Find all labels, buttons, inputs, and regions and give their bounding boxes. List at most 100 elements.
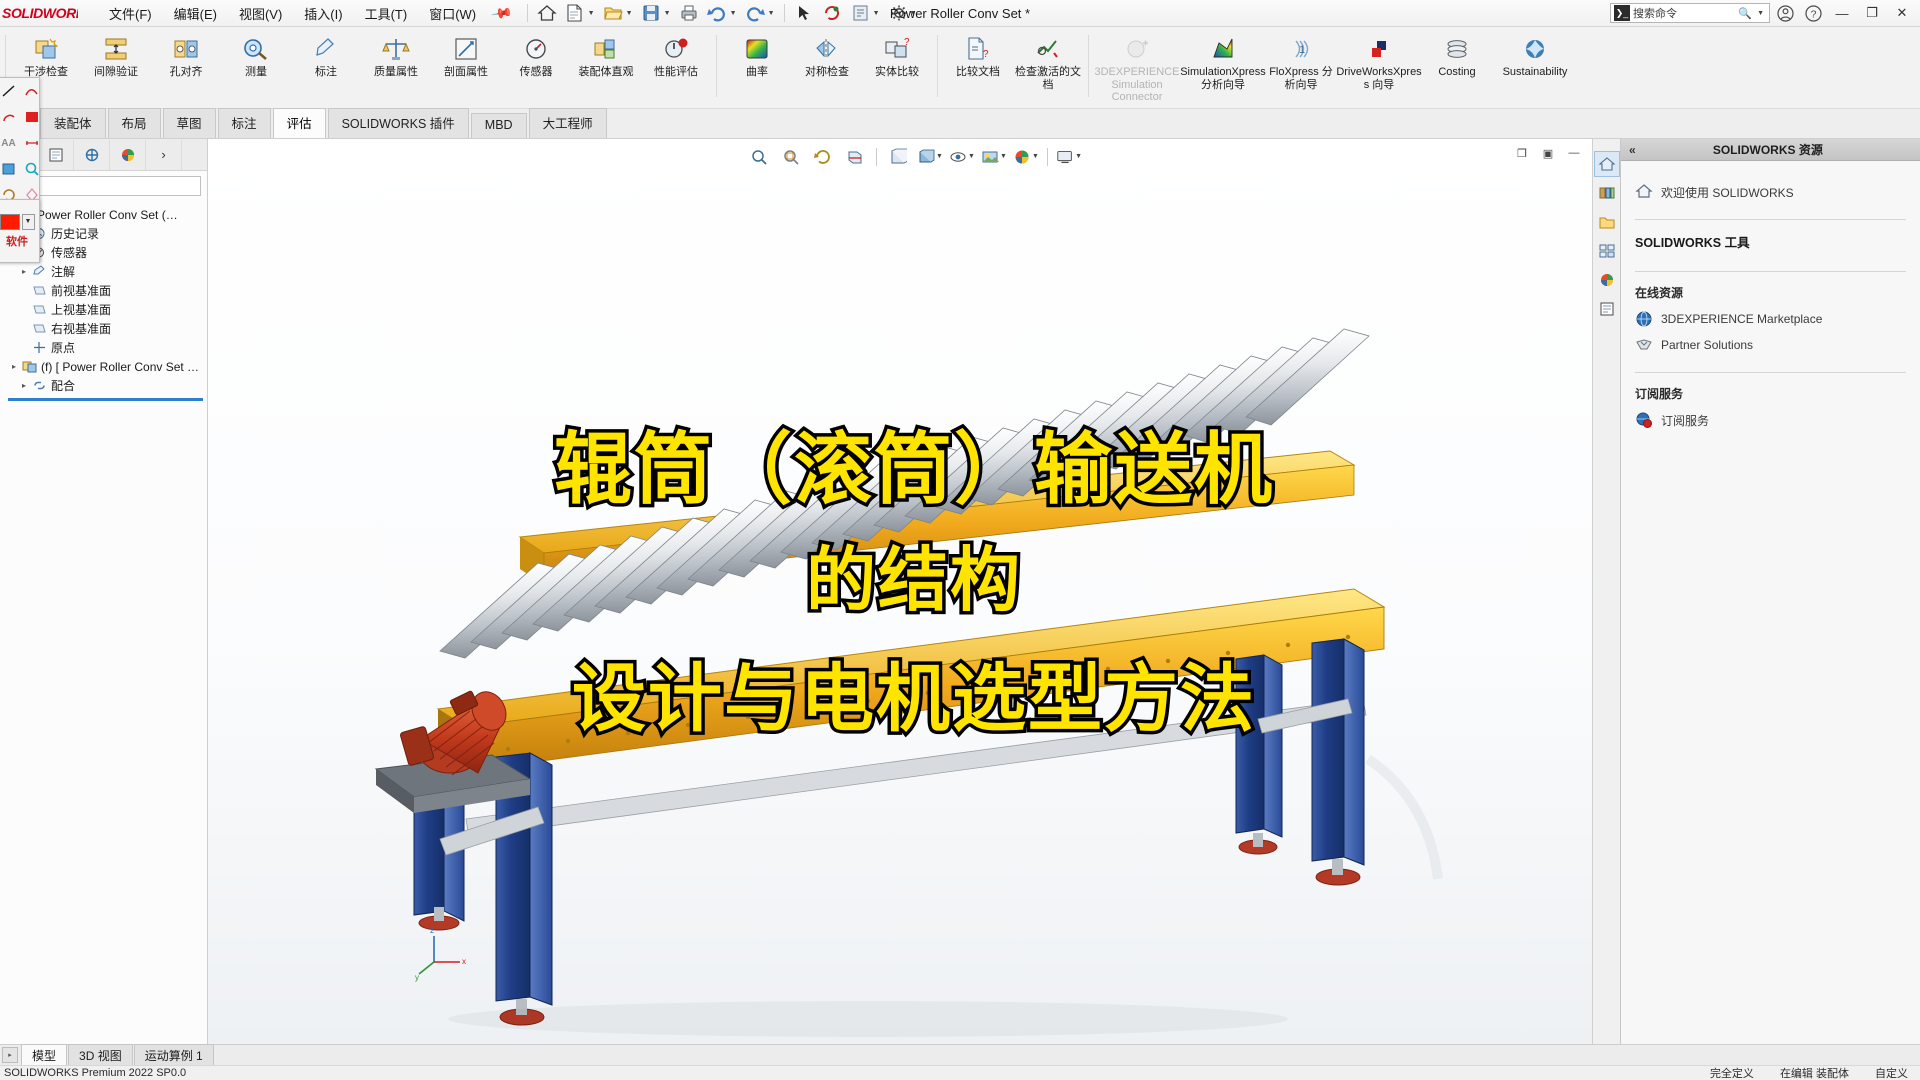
- design-library-rail-icon[interactable]: [1594, 180, 1620, 206]
- menu-tools[interactable]: 工具(T): [354, 0, 419, 27]
- zoom-to-fit-icon[interactable]: [746, 144, 772, 170]
- cmd-assembly-visualize[interactable]: 装配体直观: [571, 31, 641, 97]
- file-properties-icon[interactable]: ▼: [847, 2, 883, 24]
- edit-appearance-icon[interactable]: ▼: [1013, 144, 1039, 170]
- custom-properties-rail-icon[interactable]: [1594, 296, 1620, 322]
- account-icon[interactable]: [1772, 2, 1798, 24]
- help-icon[interactable]: ?: [1800, 2, 1826, 24]
- pin-icon[interactable]: 📌: [490, 1, 513, 25]
- restore-button[interactable]: ❐: [1858, 1, 1886, 25]
- hide-show-items-icon[interactable]: ▼: [949, 144, 975, 170]
- link-3dexperience-marketplace[interactable]: 3DEXPERIENCE Marketplace: [1635, 306, 1906, 332]
- tab-evaluate[interactable]: 评估: [272, 108, 326, 138]
- bottom-tab-scroll-button[interactable]: ▸: [2, 1047, 18, 1063]
- menu-window[interactable]: 窗口(W): [418, 0, 487, 27]
- cmd-driveworksxpress[interactable]: DriveWorksXpress 向导: [1336, 31, 1422, 97]
- open-document-icon[interactable]: ▼: [600, 2, 636, 24]
- tab-sketch[interactable]: 草图: [162, 108, 216, 138]
- cmd-compare-geometry[interactable]: ? 实体比较: [862, 31, 932, 97]
- previous-view-icon[interactable]: [810, 144, 836, 170]
- search-input[interactable]: ❯_ 搜索命令 🔍 ▼: [1610, 3, 1770, 23]
- bottom-tab-motion-study[interactable]: 运动算例 1: [133, 1044, 214, 1066]
- cmd-mass-properties[interactable]: 质量属性: [361, 31, 431, 97]
- tree-item-right-plane[interactable]: 右视基准面: [8, 319, 207, 338]
- tree-item-front-plane[interactable]: 前视基准面: [8, 281, 207, 300]
- cmd-symmetry-check[interactable]: 对称检查: [792, 31, 862, 97]
- bottom-tab-3d-views[interactable]: 3D 视图: [68, 1044, 133, 1066]
- expand-arrow-icon[interactable]: ▸: [22, 267, 32, 276]
- configuration-manager-tab[interactable]: [74, 139, 110, 170]
- cmd-curvature[interactable]: 曲率: [722, 31, 792, 97]
- zoom-icon[interactable]: [18, 156, 45, 182]
- new-document-icon[interactable]: ▼: [562, 2, 598, 24]
- tab-solidworks-addins[interactable]: SOLIDWORKS 插件: [327, 108, 469, 138]
- status-custom[interactable]: 自定义: [1875, 1065, 1908, 1080]
- rectangle-icon[interactable]: [18, 104, 45, 130]
- tab-assembly[interactable]: 装配体: [40, 108, 106, 138]
- tree-item-top-plane[interactable]: 上视基准面: [8, 300, 207, 319]
- color-dropdown-arrow[interactable]: ▼: [21, 213, 35, 230]
- menu-file[interactable]: 文件(F): [98, 0, 163, 27]
- view-orientation-icon[interactable]: [885, 144, 911, 170]
- display-manager-tab[interactable]: [110, 139, 146, 170]
- select-arrow-icon[interactable]: [791, 2, 817, 24]
- color-swatch[interactable]: [0, 213, 20, 230]
- view-settings-icon[interactable]: ▼: [1056, 144, 1082, 170]
- home-icon[interactable]: [534, 2, 560, 24]
- cmd-check-active-document[interactable]: 检查激活的文档: [1013, 31, 1083, 97]
- zoom-to-area-icon[interactable]: [778, 144, 804, 170]
- expand-tabs-button[interactable]: ›: [146, 139, 182, 170]
- cmd-compare-documents[interactable]: ? 比较文档: [943, 31, 1013, 97]
- print-icon[interactable]: [676, 2, 702, 24]
- doc-minimize-button[interactable]: —: [1562, 143, 1586, 163]
- options-gear-icon[interactable]: ▼: [885, 2, 921, 24]
- cmd-performance-evaluation[interactable]: 性能评估: [641, 31, 711, 97]
- display-style-icon[interactable]: ▼: [917, 144, 943, 170]
- cmd-sustainability[interactable]: Sustainability: [1492, 31, 1578, 97]
- appearances-rail-icon[interactable]: [1594, 267, 1620, 293]
- tab-big-engineer[interactable]: 大工程师: [528, 108, 607, 138]
- save-icon[interactable]: ▼: [638, 2, 674, 24]
- menu-insert[interactable]: 插入(I): [293, 0, 353, 27]
- welcome-row[interactable]: 欢迎使用 SOLIDWORKS: [1635, 179, 1906, 205]
- dimension-icon[interactable]: [18, 130, 45, 156]
- cmd-measure[interactable]: 测量: [221, 31, 291, 97]
- cmd-markup[interactable]: 标注: [291, 31, 361, 97]
- doc-maximize-button[interactable]: ▣: [1536, 143, 1560, 163]
- close-button[interactable]: ✕: [1888, 1, 1916, 25]
- tree-item-component[interactable]: ▸ (f) [ Power Roller Conv Set (2)^Power …: [8, 357, 207, 376]
- redo-icon[interactable]: ▼: [742, 2, 778, 24]
- spline-icon[interactable]: [18, 78, 45, 104]
- solidworks-resources-rail-icon[interactable]: [1593, 151, 1620, 177]
- cmd-hole-alignment[interactable]: 孔对齐: [151, 31, 221, 97]
- file-explorer-rail-icon[interactable]: [1594, 209, 1620, 235]
- minimize-button[interactable]: —: [1828, 1, 1856, 25]
- tree-item-mates[interactable]: ▸ 配合: [8, 376, 207, 395]
- undo-icon[interactable]: ▼: [704, 2, 740, 24]
- tab-mbd[interactable]: MBD: [470, 113, 527, 138]
- menu-view[interactable]: 视图(V): [228, 0, 293, 27]
- cmd-3dexperience-simulation-connector[interactable]: 3DEXPERIENCE Simulation Connector: [1094, 31, 1180, 104]
- cmd-sensor[interactable]: 传感器: [501, 31, 571, 97]
- tab-markup[interactable]: 标注: [217, 108, 271, 138]
- tree-item-annotations[interactable]: ▸ 注解: [8, 262, 207, 281]
- graphics-area[interactable]: 辊筒（滚筒）输送机 的结构 设计与电机选型方法 ▼ ▼ ▼ ▼ ▼ ❐ ▣ — …: [208, 139, 1620, 1044]
- rebuild-icon[interactable]: [819, 2, 845, 24]
- tree-item-origin[interactable]: 原点: [8, 338, 207, 357]
- cmd-floxpress[interactable]: 1 FloXpress 分析向导: [1266, 31, 1336, 97]
- doc-restore-button[interactable]: ❐: [1510, 143, 1534, 163]
- collapse-task-pane-button[interactable]: «: [1621, 143, 1644, 157]
- menu-edit[interactable]: 编辑(E): [163, 0, 228, 27]
- cmd-costing[interactable]: Costing: [1422, 31, 1492, 97]
- expand-arrow-icon[interactable]: ▸: [12, 362, 22, 371]
- cmd-clearance-verify[interactable]: 间隙验证: [81, 31, 151, 97]
- tab-layout[interactable]: 布局: [107, 108, 161, 138]
- cmd-simulationxpress[interactable]: SimulationXpress 分析向导: [1180, 31, 1266, 97]
- search-icon[interactable]: 🔍: [1738, 7, 1752, 20]
- cmd-section-properties[interactable]: 剖面属性: [431, 31, 501, 97]
- link-subscription-services[interactable]: 订阅服务: [1635, 407, 1906, 433]
- link-partner-solutions[interactable]: Partner Solutions: [1635, 332, 1906, 358]
- expand-arrow-icon[interactable]: ▸: [22, 381, 32, 390]
- apply-scene-icon[interactable]: ▼: [981, 144, 1007, 170]
- view-palette-rail-icon[interactable]: [1594, 238, 1620, 264]
